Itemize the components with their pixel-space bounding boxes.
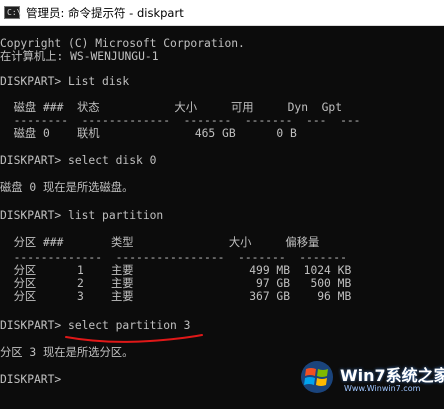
red-underline-annotation: [65, 334, 203, 343]
underline-stroke: [65, 334, 203, 343]
windows-logo-icon: [301, 361, 333, 393]
watermark-brand: Win7系统之家: [340, 366, 444, 385]
watermark-url: Www.Winwin7.com: [344, 384, 421, 393]
watermark: Win7系统之家 Www.Winwin7.com: [292, 352, 444, 409]
